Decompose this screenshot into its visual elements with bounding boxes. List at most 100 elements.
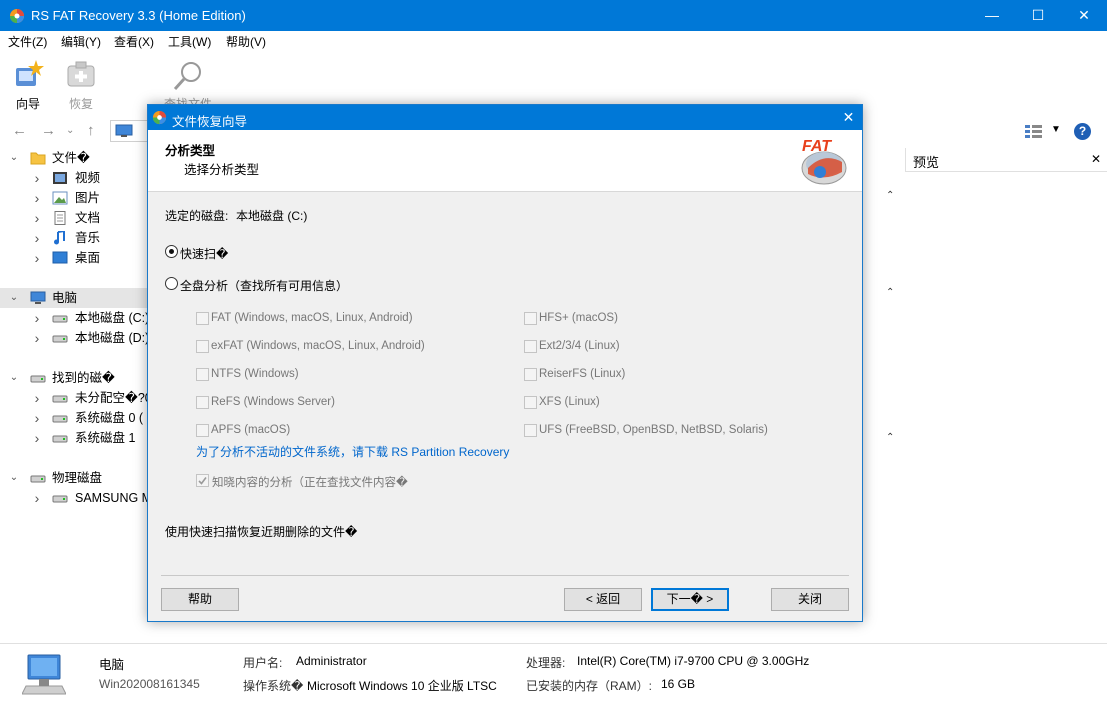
chevron-right-icon[interactable]: › [31,308,43,328]
computer-icon [30,291,46,305]
filesystem-checkbox[interactable] [196,396,209,409]
close-dialog-button[interactable]: 关闭 [771,588,849,611]
help-icon[interactable]: ? [1074,123,1091,140]
tree-item-label: 视频 [75,171,101,185]
tree-item[interactable]: ⌄ 文件� [0,148,148,168]
chevron-right-icon[interactable]: › [31,328,43,348]
back-button[interactable]: < 返回 [564,588,642,611]
filesystem-label: ReFS (Windows Server) [211,396,335,408]
tree-item[interactable]: › 系统磁盘 0 ( [0,408,148,428]
dialog-titlebar[interactable]: 文件恢复向导 ✕ [148,105,862,130]
dialog-close-button[interactable]: ✕ [835,105,862,130]
tree-item[interactable]: › 视频 [0,168,148,188]
filesystem-checkbox[interactable] [196,340,209,353]
tree-item[interactable]: › 图片 [0,188,148,208]
filesystem-checkbox[interactable] [196,368,209,381]
tree-item[interactable]: › 本地磁盘 (D:) [0,328,148,348]
tree-item-label: 物理磁盘 [52,471,103,485]
tree-item-label: 本地磁盘 (C:) [75,311,148,325]
recover-label: 恢复 [68,97,93,111]
chevron-down-icon[interactable]: ⌄ [8,368,20,388]
tree-item[interactable]: › 本地磁盘 (C:) [0,308,148,328]
menu-file[interactable]: 文件(Z) [8,33,47,50]
partition-recovery-link[interactable]: 为了分析不活动的文件系统，请下载 RS Partition Recovery [196,443,509,460]
window-title: RS FAT Recovery 3.3 (Home Edition) [31,8,246,23]
full-analysis-label[interactable]: 全盘分析（查找所有可用信息） [180,277,348,294]
minimize-button[interactable]: — [969,0,1015,31]
tree-item-label: 桌面 [75,251,101,265]
chevron-right-icon[interactable]: › [31,488,43,508]
os-label: 操作系统� [243,679,304,693]
maximize-button[interactable]: ☐ [1015,0,1061,31]
chevron-down-icon[interactable]: ⌄ [8,468,20,488]
menu-view[interactable]: 查看(X) [114,33,154,50]
close-button[interactable]: ✕ [1061,0,1107,31]
find-files-button[interactable]: 查找文件 [160,56,216,111]
dialog-app-icon [152,110,167,125]
chevron-right-icon[interactable]: › [31,408,43,428]
chevron-down-icon[interactable]: ⌄ [8,288,20,308]
dialog-subheading: 选择分析类型 [184,163,260,177]
tree-item[interactable]: › 文档 [0,208,148,228]
chevron-right-icon[interactable]: › [31,248,43,268]
navigation-tree: ⌄ 文件� › 视频 › 图片 › 文档 › 音乐 › 桌面 ⌄ 电脑 › 本地磁盘 (C:) › 本地磁盘 (D… [0,148,148,643]
window-titlebar[interactable]: RS FAT Recovery 3.3 (Home Edition) — ☐ ✕ [0,0,1107,31]
quick-scan-radio[interactable] [165,245,178,258]
quick-scan-label[interactable]: 快速扫� [180,245,228,262]
forward-arrow-icon[interactable]: → [41,122,56,139]
wizard-button[interactable]: 向导 [5,56,51,111]
collapse-icon[interactable]: ⌃ [886,432,894,443]
filesystem-checkbox[interactable] [524,340,537,353]
next-button[interactable]: 下一� > [651,588,729,611]
tree-item[interactable]: ⌄ 物理磁盘 [0,468,148,488]
tree-item[interactable]: › 系统磁盘 1 [0,428,148,448]
menu-edit[interactable]: 编辑(Y) [61,33,101,50]
desktop-icon [52,251,68,265]
filesystem-checkbox[interactable] [196,312,209,325]
tree-item[interactable]: › SAMSUNG MZ [0,488,148,508]
content-analysis-checkbox[interactable] [196,474,209,487]
menu-bar: 文件(Z) 编辑(Y) 查看(X) 工具(W) 帮助(V) [0,31,1107,51]
status-bar: 电脑 Win202008161345 用户名: Administrator 操作… [0,643,1107,701]
full-analysis-radio[interactable] [165,277,178,290]
ram-label: 已安装的内存（RAM）: [526,679,653,693]
chevron-right-icon[interactable]: › [31,188,43,208]
tree-item[interactable]: › 音乐 [0,228,148,248]
help-button[interactable]: 帮助 [161,588,239,611]
history-dropdown-icon[interactable]: ⌄ [66,125,74,136]
tree-item-label: 文件� [52,151,90,165]
filesystem-checkbox[interactable] [524,396,537,409]
cpu-value: Intel(R) Core(TM) i7-9700 CPU @ 3.00GHz [577,654,810,668]
chevron-right-icon[interactable]: › [31,168,43,188]
menu-tools[interactable]: 工具(W) [168,33,211,50]
preview-close-icon[interactable]: ✕ [1091,152,1101,166]
view-dropdown-icon[interactable]: ▼ [1051,124,1061,135]
collapse-icon[interactable]: ⌃ [886,190,894,201]
filesystem-checkbox[interactable] [524,424,537,437]
picture-icon [52,191,68,205]
tree-item-label: 音乐 [75,231,101,245]
tree-item[interactable]: ⌄ 电脑 [0,288,148,308]
drive-icon [52,491,68,505]
address-input[interactable] [110,120,152,142]
tree-item[interactable]: ⌄ 找到的磁� [0,368,148,388]
filesystem-checkbox[interactable] [524,312,537,325]
view-mode-icon[interactable] [1024,123,1044,139]
drive-icon [52,391,68,405]
chevron-down-icon[interactable]: ⌄ [8,148,20,168]
recover-button[interactable]: 恢复 [58,56,104,111]
tree-item[interactable]: › 桌面 [0,248,148,268]
collapse-icon[interactable]: ⌃ [886,287,894,298]
chevron-right-icon[interactable]: › [31,428,43,448]
back-arrow-icon[interactable]: ← [12,122,27,139]
tree-item[interactable]: › 未分配空�?0 [0,388,148,408]
up-arrow-icon[interactable]: ↑ [87,122,95,139]
filesystem-checkbox[interactable] [196,424,209,437]
chevron-right-icon[interactable]: › [31,208,43,228]
menu-help[interactable]: 帮助(V) [226,33,266,50]
fat-logo-text: FAT [802,138,832,155]
chevron-right-icon[interactable]: › [31,388,43,408]
chevron-right-icon[interactable]: › [31,228,43,248]
ram-value: 16 GB [661,677,696,691]
filesystem-checkbox[interactable] [524,368,537,381]
